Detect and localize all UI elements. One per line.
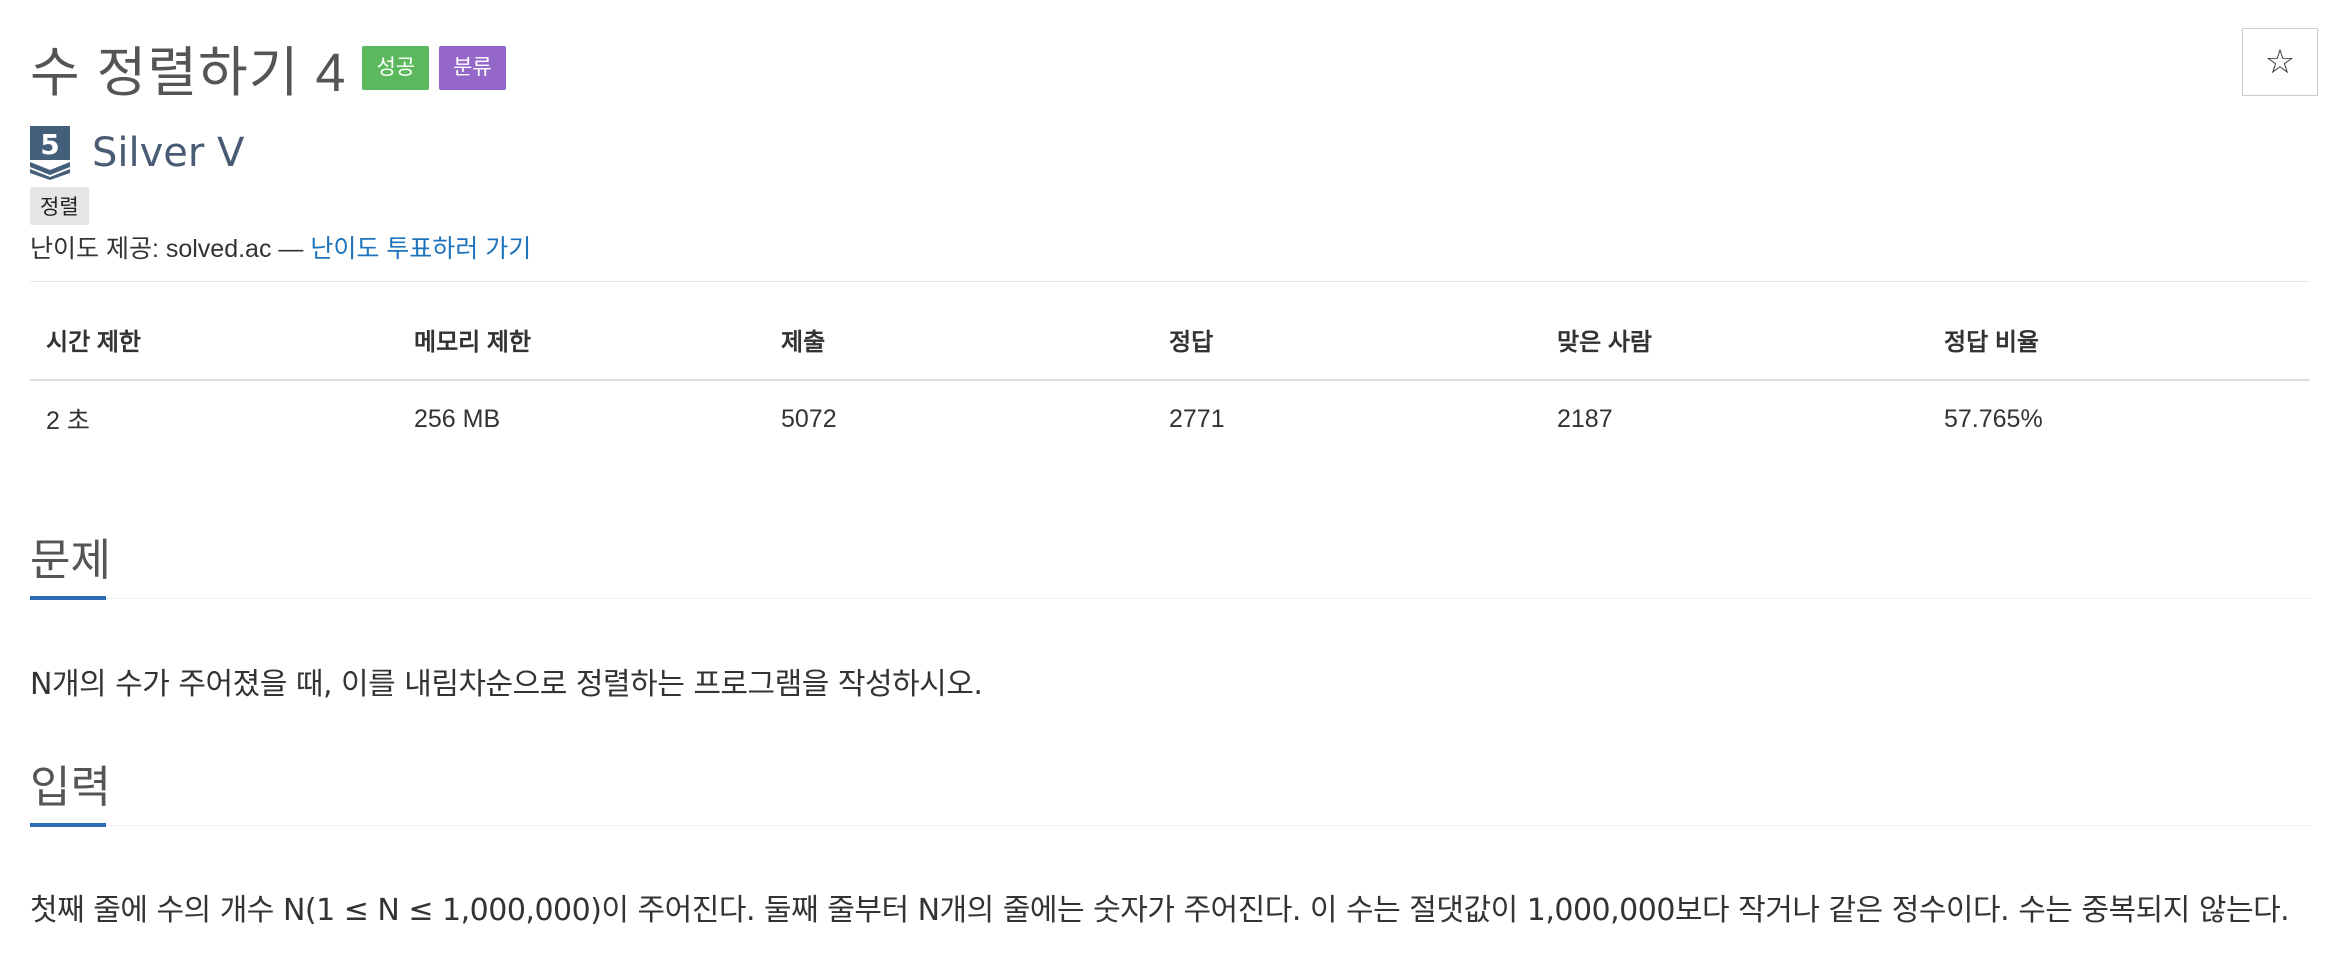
silver-tier-icon: 5 (30, 126, 70, 180)
table-row: 2 초 256 MB 5072 2771 2187 57.765% (30, 380, 2310, 457)
problem-section-underline (30, 596, 106, 600)
category-badge[interactable]: 분류 (439, 45, 506, 90)
header-accepted: 정답 (1153, 322, 1541, 381)
problem-title: 수 정렬하기 4 (30, 43, 347, 103)
difficulty-provider-text: 난이도 제공: solved.ac — (30, 235, 311, 263)
input-section-title: 입력 (30, 763, 111, 812)
table-header-row: 시간 제한 메모리 제한 제출 정답 맞은 사람 정답 비율 (30, 322, 2310, 381)
header-solved-users: 맞은 사람 (1541, 322, 1928, 381)
algorithm-tag[interactable]: 정렬 (30, 187, 89, 225)
success-badge[interactable]: 성공 (362, 45, 430, 90)
divider (30, 281, 2310, 282)
vote-difficulty-link[interactable]: 난이도 투표하러 가기 (310, 235, 531, 263)
star-icon: ☆ (2264, 43, 2296, 81)
accepted-value[interactable]: 2771 (1153, 380, 1541, 457)
submissions-value[interactable]: 5072 (765, 380, 1153, 457)
solved-users-value[interactable]: 2187 (1541, 380, 1928, 457)
time-limit-value: 2 초 (46, 407, 90, 435)
tier-level-number: 5 (40, 128, 59, 161)
problem-info-table: 시간 제한 메모리 제한 제출 정답 맞은 사람 정답 비율 2 초 256 M… (30, 322, 2310, 457)
problem-description: N개의 수가 주어졌을 때, 이를 내림차순으로 정렬하는 프로그램을 작성하시… (30, 667, 983, 702)
problem-section-divider (106, 598, 2310, 599)
input-section-underline (30, 823, 106, 827)
star-button[interactable]: ☆ (2242, 28, 2318, 96)
problem-section-title: 문제 (30, 536, 111, 585)
tier-row: 5 Silver V (30, 126, 244, 180)
input-section-divider (106, 825, 2310, 826)
header-accept-ratio: 정답 비율 (1928, 322, 2310, 381)
difficulty-provider-line: 난이도 제공: solved.ac — 난이도 투표하러 가기 (30, 229, 531, 265)
title-row: 수 정렬하기 4 성공 분류 (30, 28, 506, 107)
header-memory-limit: 메모리 제한 (398, 322, 765, 381)
header-submissions: 제출 (765, 322, 1153, 381)
accept-ratio-value: 57.765% (1944, 404, 2043, 433)
memory-limit-value: 256 MB (414, 404, 501, 433)
header-time-limit: 시간 제한 (30, 322, 398, 381)
input-description: 첫째 줄에 수의 개수 N(1 ≤ N ≤ 1,000,000)이 주어진다. … (30, 893, 2290, 928)
tier-name[interactable]: Silver V (92, 130, 244, 176)
